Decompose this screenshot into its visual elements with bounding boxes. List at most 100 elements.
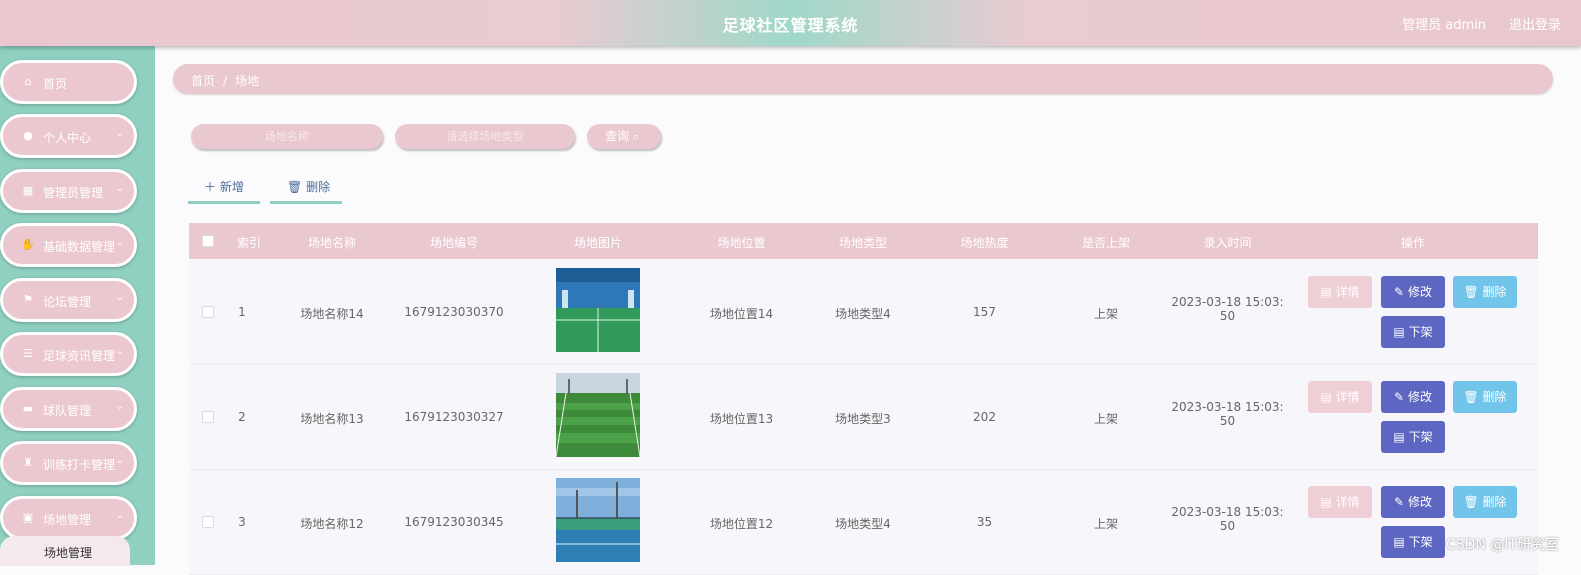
row-checkbox[interactable] (202, 306, 214, 318)
unlist-button[interactable]: ▤ 下架 (1381, 526, 1445, 558)
cell-heat: 157 (973, 305, 996, 319)
sidebar-item-label: 基础数据管理 (43, 240, 116, 254)
query-label: 查询 (605, 129, 630, 143)
unlist-button[interactable]: ▤ 下架 (1381, 421, 1445, 453)
col-status: 是否上架 (1081, 236, 1130, 250)
cell-type: 场地类型3 (835, 412, 891, 426)
delete-label: 删除 (1482, 390, 1507, 404)
logout-link[interactable]: 退出登录 (1509, 14, 1561, 33)
cell-location: 场地位置14 (709, 307, 774, 321)
doc-icon: ▤ (1320, 390, 1332, 404)
trash-icon: 🗑 (1463, 390, 1479, 404)
sidebar-item-news[interactable]: ☰ 足球资讯管理 ⌄ (0, 332, 137, 376)
cell-code: 1679123030327 (404, 410, 504, 424)
edit-button[interactable]: ✎ 修改 (1381, 381, 1445, 413)
trash-icon: 🗑 (1463, 495, 1479, 509)
venue-image (556, 268, 640, 352)
sidebar-item-label: 训练打卡管理 (43, 458, 116, 472)
hand-icon: ✋ (21, 238, 35, 251)
table-row: 1 场地名称14 1679123030370 场地位置14 场地类型4 157 … (189, 260, 1538, 365)
cell-name: 场地名称14 (300, 307, 364, 321)
top-header: 足球社区管理系统 管理员 admin 退出登录 (0, 0, 1581, 46)
time-line2: 50 (1219, 519, 1236, 533)
pencil-icon: ✎ (1394, 495, 1405, 509)
unlist-button[interactable]: ▤ 下架 (1381, 316, 1445, 348)
sidebar-item-training[interactable]: ♜ 训练打卡管理 ⌄ (0, 441, 137, 485)
detail-button[interactable]: ▤ 详情 (1308, 381, 1372, 413)
chevron-down-icon: ⌄ (115, 401, 124, 412)
sidebar-item-team[interactable]: ▬ 球队管理 ⌄ (0, 387, 137, 431)
sidebar-item-label: 个人中心 (43, 131, 92, 145)
cup-icon: ♜ (23, 456, 33, 469)
venue-name-input[interactable]: 场地名称 (191, 124, 383, 149)
sidebar-item-home[interactable]: ⌂ 首页 (0, 60, 137, 104)
cell-time: 2023-03-18 15:03: 50 (1167, 400, 1288, 428)
user-icon: ● (23, 129, 33, 142)
cell-status: 上架 (1093, 307, 1118, 321)
sidebar-item-admin[interactable]: ▦ 管理员管理 ⌄ (0, 169, 137, 213)
row-checkbox[interactable] (202, 516, 214, 528)
sidebar-item-basic-data[interactable]: ✋ 基础数据管理 ⌄ (0, 223, 137, 267)
cell-code: 1679123030345 (404, 515, 504, 529)
delete-label: 删除 (1482, 285, 1507, 299)
chevron-down-icon: ⌄ (115, 346, 124, 357)
cell-index: 2 (238, 410, 246, 424)
col-type: 场地类型 (838, 236, 887, 250)
plus-icon: ＋ (204, 180, 217, 194)
delete-button[interactable]: 🗑 删除 (1453, 486, 1517, 518)
row-checkbox[interactable] (202, 411, 214, 423)
cell-status: 上架 (1093, 412, 1118, 426)
batch-delete-button[interactable]: 🗑 删除 (270, 176, 342, 204)
venue-image (555, 373, 641, 458)
sidebar-item-label: 场地管理 (43, 513, 92, 527)
app-title: 足球社区管理系统 (722, 16, 859, 35)
time-line1: 2023-03-18 15:03: (1171, 400, 1284, 414)
col-heat: 场地热度 (960, 236, 1009, 250)
sidebar-item-label: 管理员管理 (43, 186, 104, 200)
doc-icon: ▤ (1393, 535, 1405, 549)
breadcrumb-home[interactable]: 首页 (191, 74, 215, 88)
cell-type: 场地类型4 (835, 307, 891, 321)
cell-index: 1 (238, 305, 246, 319)
breadcrumb-separator: / (223, 74, 228, 88)
sidebar-item-profile[interactable]: ● 个人中心 ⌄ (0, 114, 137, 158)
select-all-checkbox[interactable] (202, 235, 214, 247)
edit-button[interactable]: ✎ 修改 (1381, 276, 1445, 308)
sidebar-item-label: 球队管理 (43, 404, 92, 418)
sidebar-item-forum[interactable]: ⚑ 论坛管理 ⌄ (0, 278, 137, 322)
delete-button[interactable]: 🗑 删除 (1453, 381, 1517, 413)
query-button[interactable]: 查询 ⌕ (587, 124, 661, 149)
search-icon: ⌕ (632, 130, 640, 143)
trash-icon: 🗑 (287, 180, 303, 194)
cell-time: 2023-03-18 15:03: 50 (1167, 505, 1288, 533)
submenu-venue[interactable]: 场地管理 (0, 536, 130, 566)
col-index: 索引 (236, 236, 261, 250)
sidebar-item-label: 论坛管理 (43, 295, 92, 309)
time-line2: 50 (1219, 309, 1236, 323)
cell-heat: 202 (973, 410, 996, 424)
delete-button[interactable]: 🗑 删除 (1453, 276, 1517, 308)
doc-icon: ▤ (1320, 495, 1332, 509)
venue-type-select[interactable]: 请选择场地类型 (395, 124, 575, 149)
chevron-down-icon: ⌄ (115, 510, 124, 521)
sidebar-item-venue[interactable]: ▣ 场地管理 ⌄ (0, 496, 137, 540)
edit-label: 修改 (1407, 285, 1432, 299)
chevron-down-icon: ⌄ (115, 292, 124, 303)
briefcase-icon: ▬ (22, 402, 34, 415)
venue-image (556, 478, 640, 562)
detail-button[interactable]: ▤ 详情 (1308, 486, 1372, 518)
table-row: 2 场地名称13 1679123030327 场地位置13 场地类型3 202 … (189, 365, 1538, 470)
pencil-icon: ✎ (1394, 390, 1405, 404)
add-label: 新增 (219, 180, 244, 194)
delete-label: 删除 (1482, 495, 1507, 509)
cell-name: 场地名称13 (300, 412, 364, 426)
edit-button[interactable]: ✎ 修改 (1381, 486, 1445, 518)
add-button[interactable]: ＋ 新增 (188, 176, 260, 204)
cell-status: 上架 (1093, 517, 1118, 531)
pencil-icon: ✎ (1394, 285, 1405, 299)
doc-icon: ▤ (1393, 430, 1405, 444)
detail-button[interactable]: ▤ 详情 (1308, 276, 1372, 308)
unlist-label: 下架 (1408, 325, 1433, 339)
doc-icon: ▤ (1393, 325, 1405, 339)
col-name: 场地名称 (307, 236, 356, 250)
